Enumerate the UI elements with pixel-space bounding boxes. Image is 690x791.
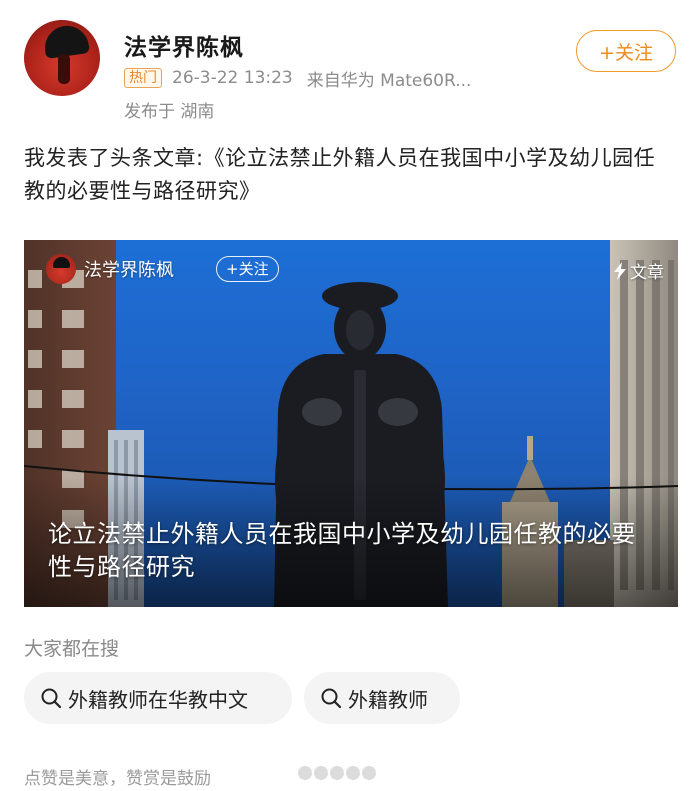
card-author-avatar bbox=[46, 254, 76, 284]
card-follow-button[interactable]: +关注 bbox=[216, 256, 279, 282]
watermark bbox=[298, 766, 390, 784]
post-meta: 热门 26-3-22 13:23 来自华为 Mate60R... bbox=[124, 67, 472, 91]
card-type-label: 文章 bbox=[613, 258, 664, 283]
author-avatar[interactable] bbox=[24, 20, 100, 96]
search-suggestion-label: 外籍教师 bbox=[348, 687, 428, 712]
post-time: 26-3-22 13:23 bbox=[172, 68, 293, 88]
lightning-icon bbox=[614, 261, 626, 280]
card-title: 论立法禁止外籍人员在我国中小学及幼儿园任教的必要性与路径研究 bbox=[48, 520, 636, 581]
search-heading: 大家都在搜 bbox=[24, 638, 120, 660]
avatar-figure-shape bbox=[58, 54, 70, 84]
card-author-name: 法学界陈枫 bbox=[84, 260, 174, 281]
search-suggestion-chip[interactable]: 外籍教师 bbox=[304, 672, 460, 724]
author-name[interactable]: 法学界陈枫 bbox=[124, 28, 244, 62]
card-type-text: 文章 bbox=[630, 263, 664, 283]
follow-button[interactable]: +关注 bbox=[576, 30, 676, 72]
post-body-text: 我发表了头条文章:《论立法禁止外籍人员在我国中小学及幼儿园任教的必要性与路径研究… bbox=[24, 146, 656, 203]
article-card[interactable]: 法学界陈枫 +关注 文章 论立法禁止外籍人员在我国中小学及幼儿园任教的必要性与路… bbox=[24, 240, 678, 607]
search-suggestion-label: 外籍教师在华教中文 bbox=[68, 687, 248, 712]
post-source: 来自华为 Mate60R... bbox=[306, 70, 472, 91]
search-icon bbox=[41, 688, 62, 709]
footer-text: 点赞是美意，赞赏是鼓励 bbox=[24, 769, 211, 789]
card-author[interactable]: 法学界陈枫 bbox=[46, 254, 174, 284]
search-icon bbox=[321, 688, 342, 709]
weibo-post-page: 法学界陈枫 热门 26-3-22 13:23 来自华为 Mate60R... 发… bbox=[0, 0, 690, 791]
hot-badge: 热门 bbox=[124, 68, 162, 88]
search-suggestion-chip[interactable]: 外籍教师在华教中文 bbox=[24, 672, 292, 724]
post-location: 发布于 湖南 bbox=[124, 102, 215, 122]
